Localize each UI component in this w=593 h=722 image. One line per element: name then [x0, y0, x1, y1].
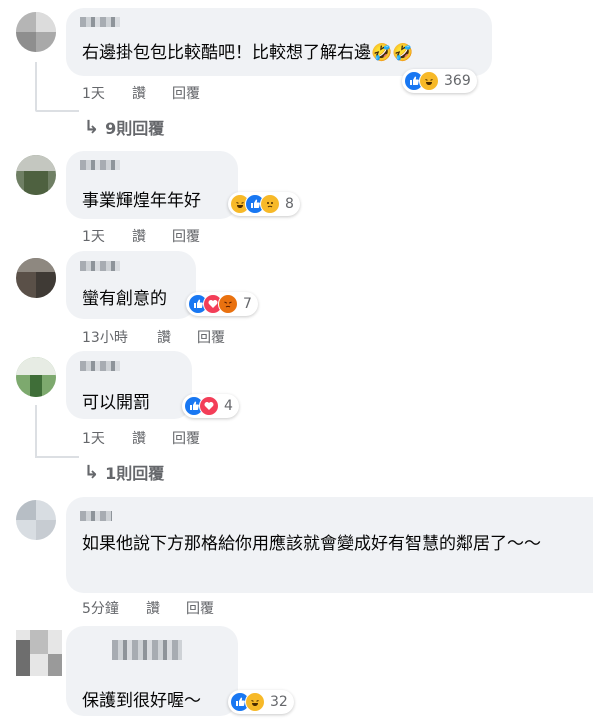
reaction-count: 7: [243, 296, 252, 312]
view-replies-button[interactable]: ↳ 1則回覆: [84, 460, 164, 484]
thread-line: [35, 62, 37, 110]
avatar[interactable]: [16, 155, 56, 195]
timestamp[interactable]: 13小時: [82, 327, 128, 347]
sad-icon: [260, 194, 280, 214]
avatar[interactable]: [16, 258, 56, 298]
comment-text: 可以開罰: [82, 393, 150, 413]
comment-meta: 13小時 讚 回覆: [82, 327, 282, 347]
comment-meta: 1天 讚 回覆: [82, 83, 282, 103]
angry-icon: [218, 294, 238, 314]
reaction-summary[interactable]: 369: [402, 69, 477, 93]
replies-label: 1則回覆: [105, 464, 165, 483]
reaction-count: 369: [444, 73, 471, 89]
like-button[interactable]: 讚: [132, 428, 146, 448]
avatar[interactable]: [16, 500, 56, 540]
reaction-count: 32: [270, 694, 288, 710]
like-button[interactable]: 讚: [132, 226, 146, 246]
thread-line: [35, 110, 79, 112]
reply-button[interactable]: 回覆: [172, 428, 200, 448]
comment-text: 如果他說下方那格給你用應該就會變成好有智慧的鄰居了～～: [82, 534, 541, 554]
view-replies-button[interactable]: ↳ 9則回覆: [84, 115, 164, 139]
reaction-count: 4: [224, 398, 233, 414]
reaction-summary[interactable]: 32: [228, 690, 294, 714]
reply-button[interactable]: 回覆: [172, 226, 200, 246]
commenter-name[interactable]: [80, 17, 120, 27]
reaction-count: 8: [285, 196, 294, 212]
like-button[interactable]: 讚: [146, 598, 160, 618]
comment-text: 事業輝煌年年好: [82, 191, 201, 211]
reaction-summary[interactable]: 8: [228, 192, 300, 216]
reply-arrow-icon: ↳: [84, 116, 100, 138]
like-button[interactable]: 讚: [157, 327, 171, 347]
commenter-name[interactable]: [80, 160, 120, 170]
comment-text: 右邊掛包包比較酷吧！比較想了解右邊🤣🤣: [82, 43, 414, 63]
avatar[interactable]: [16, 357, 56, 397]
commenter-name[interactable]: [80, 361, 120, 371]
replies-label: 9則回覆: [105, 119, 165, 138]
commenter-name[interactable]: [80, 261, 120, 271]
comment-meta: 1天 讚 回覆: [82, 428, 282, 448]
reply-button[interactable]: 回覆: [186, 598, 214, 618]
thread-line: [35, 456, 79, 458]
timestamp[interactable]: 5分鐘: [82, 598, 119, 618]
avatar[interactable]: [16, 630, 62, 676]
timestamp[interactable]: 1天: [82, 428, 105, 448]
reaction-summary[interactable]: 4: [182, 394, 239, 418]
timestamp[interactable]: 1天: [82, 83, 105, 103]
commenter-name[interactable]: [112, 640, 182, 660]
timestamp[interactable]: 1天: [82, 226, 105, 246]
avatar[interactable]: [16, 12, 56, 52]
haha-icon: [419, 71, 439, 91]
comment-meta: 1天 讚 回覆: [82, 226, 282, 246]
comment-meta: 5分鐘 讚 回覆: [82, 598, 302, 618]
like-button[interactable]: 讚: [132, 83, 146, 103]
comment-text: 蠻有創意的: [82, 289, 167, 309]
reply-arrow-icon: ↳: [84, 461, 100, 483]
reply-button[interactable]: 回覆: [172, 83, 200, 103]
love-icon: [199, 396, 219, 416]
thread-line: [35, 405, 37, 457]
haha-icon: [245, 692, 265, 712]
reaction-summary[interactable]: 7: [186, 292, 258, 316]
comment-text: 保護到很好喔～: [82, 691, 201, 711]
reply-button[interactable]: 回覆: [197, 327, 225, 347]
commenter-name[interactable]: [80, 511, 112, 521]
